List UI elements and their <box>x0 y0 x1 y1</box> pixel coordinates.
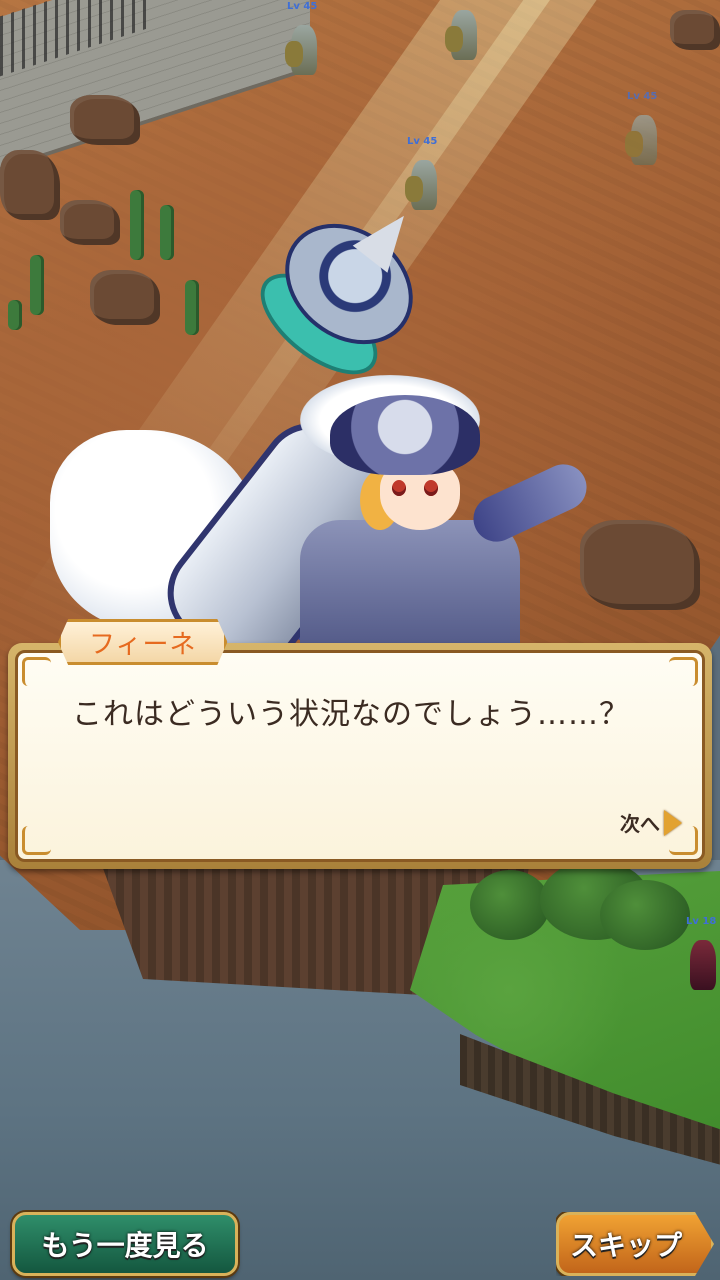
tree <box>470 870 550 940</box>
armor <box>300 520 520 660</box>
arm <box>465 456 595 550</box>
enemy-unit[interactable]: Lv 18 <box>684 916 720 1000</box>
enemy-unit[interactable]: Lv 45 <box>285 1 323 85</box>
enemy-unit[interactable]: Lv 45 <box>625 91 663 175</box>
dialog-box[interactable]: これはどういう状況なのでしょう……？ 次へ <box>8 643 712 869</box>
skip-button[interactable]: スキップ <box>556 1212 714 1276</box>
cactus <box>8 300 22 330</box>
eye <box>392 480 406 496</box>
triangle-right-icon <box>664 809 682 836</box>
rock <box>70 95 140 145</box>
unit-level-label: Lv 45 <box>627 91 658 102</box>
character-portrait <box>40 198 600 690</box>
dialog-panel: これはどういう状況なのでしょう……？ 次へ <box>15 650 705 862</box>
next-button[interactable]: 次へ <box>620 808 682 837</box>
corner-ornament <box>669 657 698 686</box>
enemy-unit[interactable] <box>445 0 483 70</box>
replay-button[interactable]: もう一度見る <box>12 1212 238 1276</box>
unit-level-label: Lv 18 <box>686 916 717 927</box>
helmet <box>330 395 480 475</box>
speaker-nameplate: フィーネ <box>58 619 228 665</box>
dialog-text: これはどういう状況なのでしょう……？ <box>72 697 630 732</box>
corner-ornament <box>22 657 51 686</box>
corner-ornament <box>22 826 51 855</box>
unit-level-label: Lv 45 <box>407 136 438 147</box>
eye <box>424 480 438 496</box>
tree <box>600 880 690 950</box>
speaker-name: フィーネ <box>89 629 197 660</box>
unit-level-label: Lv 45 <box>287 1 318 12</box>
rock <box>670 10 720 50</box>
next-label: 次へ <box>620 812 660 836</box>
